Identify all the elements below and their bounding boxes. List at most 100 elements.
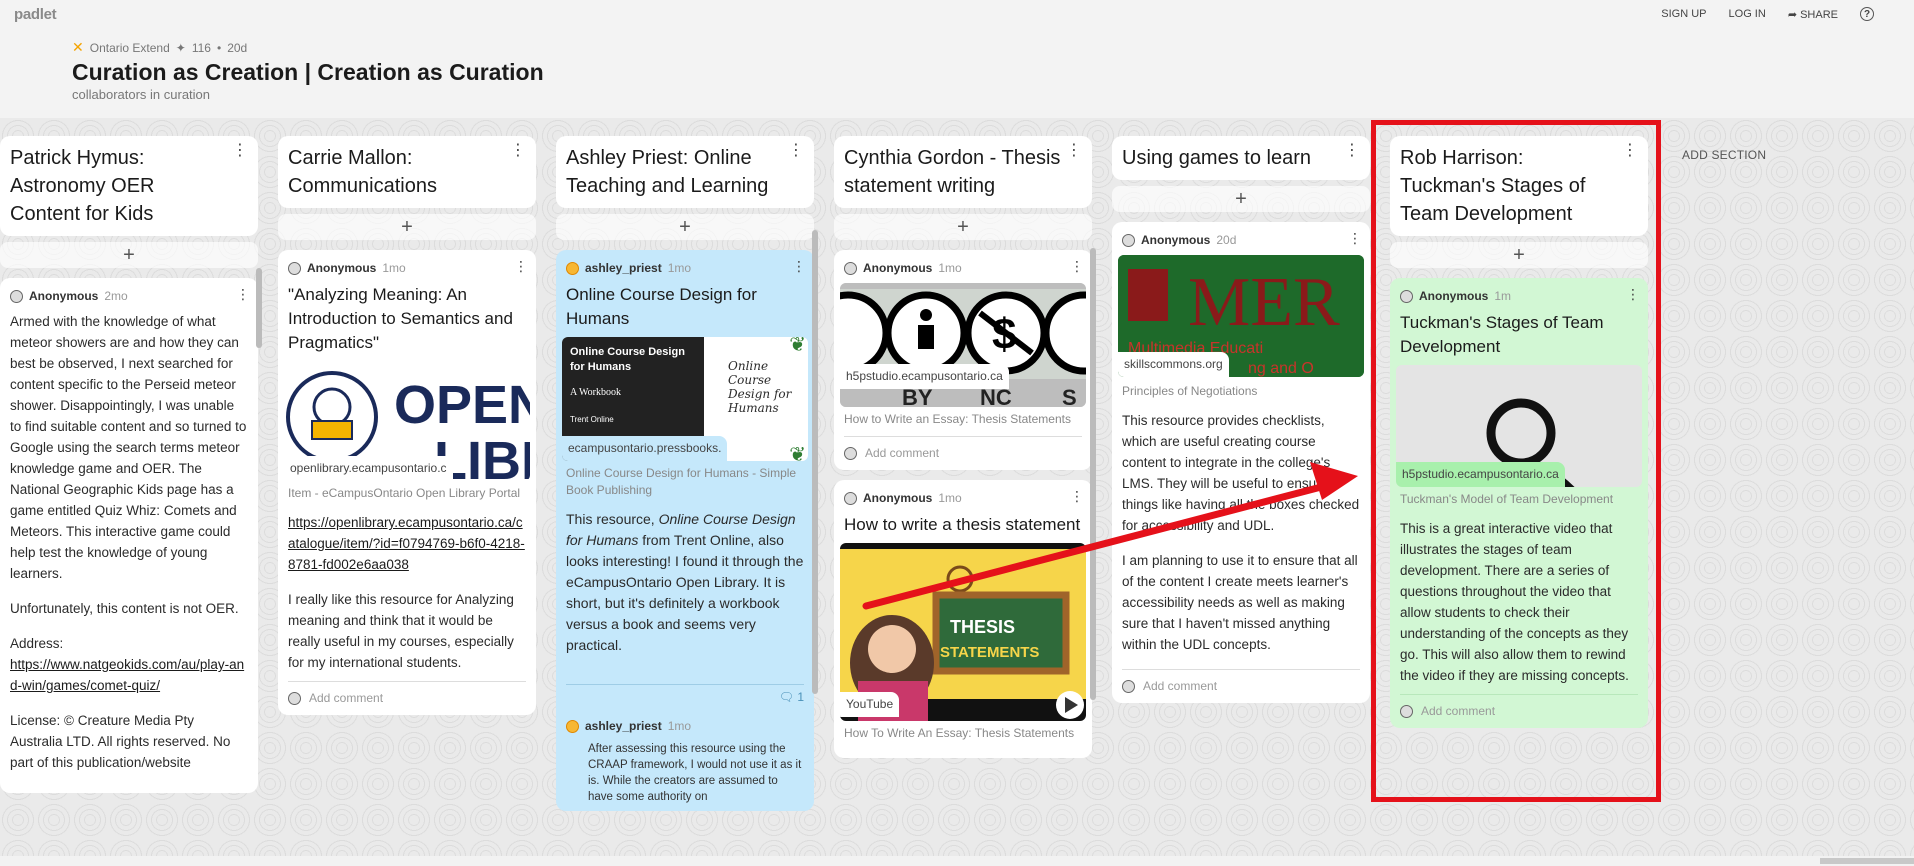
share-button[interactable]: ➦ SHARE bbox=[1788, 8, 1838, 21]
more-vertical-icon[interactable]: ⋮ bbox=[1070, 256, 1084, 277]
avatar bbox=[844, 492, 857, 505]
section-header: Carrie Mallon: Communications ⋮ bbox=[278, 136, 536, 208]
more-vertical-icon[interactable]: ⋮ bbox=[1348, 228, 1362, 249]
post-age: 1m bbox=[1494, 289, 1512, 303]
section-title: Carrie Mallon: Communications bbox=[288, 147, 437, 197]
more-vertical-icon[interactable]: ⋮ bbox=[792, 256, 806, 277]
video-preview[interactable]: THESIS STATEMENTS YouTube bbox=[840, 543, 1086, 721]
signup-link[interactable]: SIGN UP bbox=[1661, 8, 1706, 20]
comment-count-value: 1 bbox=[797, 690, 804, 704]
add-comment-input[interactable]: Add comment bbox=[1143, 676, 1217, 697]
author-name: Anonymous bbox=[1419, 289, 1489, 303]
more-vertical-icon[interactable]: ⋮ bbox=[1626, 284, 1640, 305]
more-vertical-icon[interactable]: ⋮ bbox=[232, 143, 248, 159]
scrollbar[interactable] bbox=[812, 230, 818, 694]
page-subtitle: collaborators in curation bbox=[72, 87, 211, 102]
add-post-button[interactable]: + bbox=[278, 214, 536, 240]
openlibrary-link[interactable]: https://openlibrary.ecampusontario.ca/ca… bbox=[288, 515, 525, 572]
post-body: https://openlibrary.ecampusontario.ca/ca… bbox=[288, 512, 526, 673]
add-post-button[interactable]: + bbox=[1112, 186, 1370, 212]
share-label: SHARE bbox=[1800, 8, 1838, 21]
section-header: Patrick Hymus: Astronomy OER Content for… bbox=[0, 136, 258, 236]
section-carrie-mallon: Carrie Mallon: Communications ⋮ + ⋮ Anon… bbox=[278, 136, 536, 715]
natgeo-link[interactable]: https://www.natgeokids.com/au/play-and-w… bbox=[10, 657, 244, 693]
more-vertical-icon[interactable]: ⋮ bbox=[788, 143, 804, 159]
avatar bbox=[566, 720, 579, 733]
post-author: Anonymous 1mo bbox=[844, 488, 1082, 509]
post-card[interactable]: ⋮ Anonymous 1mo $ BY bbox=[834, 250, 1092, 470]
post-card[interactable]: ⋮ Anonymous 1mo "Analyzing Meaning: An I… bbox=[278, 250, 536, 715]
comment-bar[interactable]: Add comment bbox=[844, 436, 1082, 464]
post-author: Anonymous 20d bbox=[1122, 230, 1360, 251]
post-paragraph: This is a great interactive video that i… bbox=[1400, 521, 1629, 683]
add-post-button[interactable]: + bbox=[834, 214, 1092, 240]
link-preview[interactable]: $ BY NC S h5pstudio.ecampusontario.ca bbox=[840, 283, 1086, 407]
login-link[interactable]: LOG IN bbox=[1729, 8, 1766, 20]
post-paragraph: I am planning to use it to ensure that a… bbox=[1122, 553, 1358, 652]
svg-text:S: S bbox=[1062, 385, 1077, 407]
post-title: Tuckman's Stages of Team Development bbox=[1400, 313, 1604, 356]
add-post-button[interactable]: + bbox=[1390, 242, 1648, 268]
add-post-button[interactable]: + bbox=[556, 214, 814, 240]
link-caption: Principles of Negotiations bbox=[1122, 384, 1258, 398]
scrollbar-thumb[interactable] bbox=[1820, 858, 1914, 864]
post-card[interactable]: ⋮ Anonymous 1mo How to write a thesis st… bbox=[834, 480, 1092, 758]
comment-bar[interactable]: Add comment bbox=[1122, 669, 1360, 697]
link-preview[interactable]: Online Course Design for Humans A Workbo… bbox=[562, 337, 808, 461]
section-rob-harrison: Rob Harrison: Tuckman's Stages of Team D… bbox=[1390, 136, 1648, 728]
post-card[interactable]: ⋮ Anonymous 1m Tuckman's Stages of Team … bbox=[1390, 278, 1648, 728]
more-vertical-icon[interactable]: ⋮ bbox=[1622, 143, 1638, 159]
link-preview[interactable]: OPEN LIBR openlibrary.ecampusontario.c bbox=[284, 361, 530, 481]
add-comment-input[interactable]: Add comment bbox=[865, 443, 939, 464]
add-comment-input[interactable]: Add comment bbox=[309, 688, 383, 709]
svg-text:ng and O: ng and O bbox=[1248, 360, 1314, 377]
post-card[interactable]: ⋮ ashley_priest 1mo Online Course Design… bbox=[556, 250, 814, 811]
add-post-button[interactable]: + bbox=[0, 242, 258, 268]
book-subtitle: A Workbook bbox=[570, 387, 621, 398]
help-icon[interactable]: ? bbox=[1860, 7, 1874, 21]
add-section-button[interactable]: ADD SECTION bbox=[1682, 148, 1766, 162]
scrollbar[interactable] bbox=[1090, 248, 1096, 700]
link-caption: Item - eCampusOntario Open Library Porta… bbox=[288, 486, 521, 500]
avatar bbox=[844, 447, 857, 460]
more-vertical-icon[interactable]: ⋮ bbox=[1066, 143, 1082, 159]
extend-logo-icon: ✕ bbox=[72, 39, 84, 55]
link-preview[interactable]: MER Multimedia Educati ng and O skillsco… bbox=[1118, 255, 1364, 377]
post-paragraph: Unfortunately, this content is not OER. bbox=[10, 601, 239, 616]
more-vertical-icon[interactable]: ⋮ bbox=[514, 256, 528, 277]
more-vertical-icon[interactable]: ⋮ bbox=[510, 143, 526, 159]
more-vertical-icon[interactable]: ⋮ bbox=[1344, 143, 1360, 159]
author-name: Anonymous bbox=[863, 491, 933, 505]
org-name[interactable]: Ontario Extend bbox=[90, 41, 170, 55]
page-title: Curation as Creation | Creation as Curat… bbox=[72, 59, 544, 85]
comment-author: ashley_priest 1mo bbox=[566, 716, 804, 737]
add-comment-input[interactable]: Add comment bbox=[1421, 701, 1495, 722]
avatar bbox=[1122, 680, 1135, 693]
post-body: This resource provides checklists, which… bbox=[1122, 410, 1360, 655]
post-paragraph: License: © Creature Media Pty Australia … bbox=[10, 713, 231, 770]
more-vertical-icon[interactable]: ⋮ bbox=[1070, 486, 1084, 507]
comment-bar[interactable]: Add comment bbox=[1400, 694, 1638, 722]
post-age: 1mo bbox=[382, 261, 406, 275]
post-age: 2mo bbox=[104, 289, 128, 303]
link-preview[interactable]: h5pstudio.ecampusontario.ca bbox=[1396, 365, 1642, 487]
section-ashley-priest: Ashley Priest: Online Teaching and Learn… bbox=[556, 136, 814, 811]
post-paragraph: Address: https://www.natgeokids.com/au/pl… bbox=[10, 633, 248, 696]
post-card[interactable]: ⋮ Anonymous 2mo Armed with the knowledge… bbox=[0, 278, 258, 793]
scrollbar[interactable] bbox=[256, 268, 262, 348]
post-paragraph: This resource provides checklists, which… bbox=[1122, 413, 1360, 533]
link-caption: Online Course Design for Humans - Simple… bbox=[566, 466, 797, 497]
thumb-text: MER bbox=[1188, 264, 1340, 341]
padlet-logo[interactable]: padlet bbox=[14, 6, 57, 23]
more-vertical-icon[interactable]: ⋮ bbox=[236, 284, 250, 305]
avatar bbox=[288, 692, 301, 705]
comment-bar[interactable]: Add comment bbox=[288, 681, 526, 709]
avatar bbox=[288, 262, 301, 275]
post-paragraph: Armed with the knowledge of what meteor … bbox=[10, 314, 247, 581]
post-card[interactable]: ⋮ Anonymous 20d MER Multimedia Educati n… bbox=[1112, 222, 1370, 703]
thumb-text: OPEN bbox=[394, 375, 530, 435]
comment-count[interactable]: 🗨 1 bbox=[566, 684, 804, 708]
horizontal-scrollbar[interactable] bbox=[0, 856, 1914, 866]
section-using-games: Using games to learn ⋮ + ⋮ Anonymous 20d… bbox=[1112, 136, 1370, 703]
link-caption: Tuckman's Model of Team Development bbox=[1400, 492, 1614, 506]
